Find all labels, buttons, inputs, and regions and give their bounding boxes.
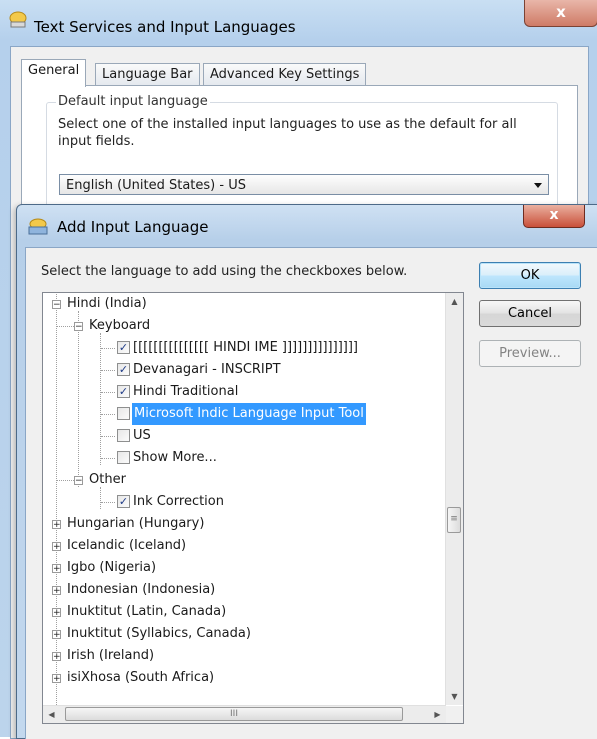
- tree-item-label: Other: [89, 472, 126, 487]
- scroll-down-icon[interactable]: ▼: [446, 688, 463, 705]
- default-language-value: English (United States) - US: [66, 178, 246, 193]
- keyboard-language-icon: [9, 11, 27, 28]
- keyboard-language-icon: [28, 218, 48, 235]
- tree-item-igbo[interactable]: + Igbo (Nigeria): [43, 557, 443, 579]
- tree-item-label: Hungarian (Hungary): [67, 516, 205, 531]
- checkbox-checked[interactable]: ✓: [117, 495, 130, 508]
- add-input-language-dialog: Add Input Language x Select the language…: [16, 204, 597, 739]
- tree-item-inuktitut-syllabics[interactable]: + Inuktitut (Syllabics, Canada): [43, 623, 443, 645]
- tree-item-isixhosa[interactable]: + isiXhosa (South Africa): [43, 667, 443, 689]
- tree-item-label: Hindi Traditional: [133, 384, 239, 399]
- dialog-client: Select the language to add using the che…: [25, 247, 597, 739]
- group-description: Select one of the installed input langua…: [58, 117, 517, 149]
- tab-general[interactable]: General: [21, 59, 87, 87]
- language-tree[interactable]: − Hindi (India) − Keyboard ✓ [[[[[[[[[[[…: [42, 292, 464, 724]
- checkbox-checked[interactable]: ✓: [117, 385, 130, 398]
- checkbox-checked[interactable]: ✓: [117, 341, 130, 354]
- tree-line: [101, 436, 115, 437]
- tab-language-bar[interactable]: Language Bar: [95, 63, 200, 86]
- tree-line: [101, 502, 115, 503]
- checkbox-checked[interactable]: ✓: [117, 363, 130, 376]
- tree-item-keyboard[interactable]: − Keyboard: [43, 315, 443, 337]
- tree-item-hindi-india[interactable]: − Hindi (India): [43, 293, 443, 315]
- tree-item-inuktitut-latin[interactable]: + Inuktitut (Latin, Canada): [43, 601, 443, 623]
- collapse-icon[interactable]: −: [52, 300, 61, 310]
- tree-item-hungarian[interactable]: + Hungarian (Hungary): [43, 513, 443, 535]
- tree-item-label: Inuktitut (Syllabics, Canada): [67, 626, 251, 641]
- instruction-text: Select the language to add using the che…: [41, 264, 408, 279]
- tree-item-devanagari-inscript[interactable]: ✓ Devanagari - INSCRIPT: [43, 359, 443, 381]
- tree-item-label: [[[[[[[[[[[[[[[ HINDI IME ]]]]]]]]]]]]]]…: [133, 340, 358, 355]
- horizontal-scrollbar[interactable]: ◀ III ▶: [43, 705, 446, 723]
- tree-line: [101, 392, 115, 393]
- tree-item-us[interactable]: US: [43, 425, 443, 447]
- expand-icon[interactable]: +: [52, 608, 61, 618]
- collapse-icon[interactable]: −: [74, 322, 83, 332]
- tree-line: [57, 480, 74, 481]
- tree-item-icelandic[interactable]: + Icelandic (Iceland): [43, 535, 443, 557]
- checkbox-unchecked[interactable]: [117, 429, 130, 442]
- tree-item-label: US: [133, 428, 151, 443]
- tree-item-hindi-ime[interactable]: ✓ [[[[[[[[[[[[[[[ HINDI IME ]]]]]]]]]]]]…: [43, 337, 443, 359]
- close-icon: x: [549, 207, 559, 223]
- tree-item-label: Ink Correction: [133, 494, 224, 509]
- window-title: Text Services and Input Languages: [34, 18, 296, 36]
- tree-item-other[interactable]: − Other: [43, 469, 443, 491]
- tree-line: [101, 414, 115, 415]
- tree-item-label: Indonesian (Indonesia): [67, 582, 216, 597]
- tree-item-ink-correction[interactable]: ✓ Ink Correction: [43, 491, 443, 513]
- scroll-left-icon[interactable]: ◀: [43, 706, 60, 723]
- tree-item-microsoft-indic-tool[interactable]: Microsoft Indic Language Input Tool: [43, 403, 443, 425]
- close-icon: x: [556, 3, 566, 21]
- tree-item-indonesian[interactable]: + Indonesian (Indonesia): [43, 579, 443, 601]
- tree-item-label: Igbo (Nigeria): [67, 560, 157, 575]
- tree-item-label: Devanagari - INSCRIPT: [133, 362, 281, 377]
- ok-button[interactable]: OK: [479, 262, 581, 289]
- title-bar: Text Services and Input Languages x: [0, 0, 597, 46]
- cancel-button[interactable]: Cancel: [479, 300, 581, 327]
- tree-list: − Hindi (India) − Keyboard ✓ [[[[[[[[[[[…: [43, 293, 446, 715]
- expand-icon[interactable]: +: [52, 652, 61, 662]
- checkbox-unchecked[interactable]: [117, 451, 130, 464]
- tab-advanced-key-settings[interactable]: Advanced Key Settings: [203, 63, 367, 86]
- scroll-up-icon[interactable]: ▲: [446, 293, 463, 310]
- collapse-icon[interactable]: −: [74, 476, 83, 486]
- tree-item-hindi-traditional[interactable]: ✓ Hindi Traditional: [43, 381, 443, 403]
- expand-icon[interactable]: +: [52, 542, 61, 552]
- scroll-corner: [446, 706, 463, 723]
- tree-line: [101, 370, 115, 371]
- tree-item-label: Show More...: [133, 450, 217, 465]
- preview-button[interactable]: Preview...: [479, 340, 581, 367]
- expand-icon[interactable]: +: [52, 564, 61, 574]
- tree-line: [101, 458, 115, 459]
- vertical-scrollbar[interactable]: ▲ ≡ ▼: [445, 293, 463, 705]
- expand-icon[interactable]: +: [52, 630, 61, 640]
- expand-icon[interactable]: +: [52, 674, 61, 684]
- tree-item-label: Keyboard: [89, 318, 151, 333]
- vertical-scroll-thumb[interactable]: ≡: [447, 507, 461, 533]
- close-button[interactable]: x: [524, 0, 597, 27]
- tree-item-label: isiXhosa (South Africa): [67, 670, 215, 685]
- horizontal-scroll-thumb[interactable]: III: [65, 707, 403, 721]
- tree-item-label: Irish (Ireland): [67, 648, 155, 663]
- tree-item-label: Hindi (India): [67, 296, 147, 311]
- tree-item-show-more[interactable]: Show More...: [43, 447, 443, 469]
- tree-line: [57, 326, 74, 327]
- tree-item-label: Icelandic (Iceland): [67, 538, 187, 553]
- tree-item-irish[interactable]: + Irish (Ireland): [43, 645, 443, 667]
- tree-item-label-selected: Microsoft Indic Language Input Tool: [132, 403, 366, 425]
- tree-line: [101, 348, 115, 349]
- expand-icon[interactable]: +: [52, 520, 61, 530]
- group-title: Default input language: [56, 94, 210, 109]
- tree-item-label: Inuktitut (Latin, Canada): [67, 604, 227, 619]
- checkbox-unchecked[interactable]: [117, 407, 130, 420]
- expand-icon[interactable]: +: [52, 586, 61, 596]
- dialog-close-button[interactable]: x: [523, 205, 585, 228]
- default-language-dropdown[interactable]: English (United States) - US: [59, 174, 549, 195]
- dialog-title: Add Input Language: [57, 218, 209, 236]
- chevron-down-icon: [534, 183, 542, 188]
- scroll-right-icon[interactable]: ▶: [429, 706, 446, 723]
